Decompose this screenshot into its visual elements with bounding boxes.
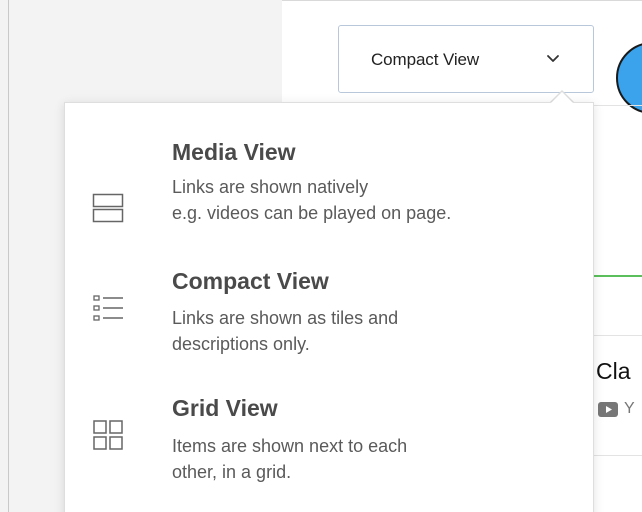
view-mode-menu: Media View Links are shown natively e.g.… — [64, 102, 594, 512]
menu-item-description: descriptions only. — [172, 334, 310, 354]
menu-item-title: Grid View — [172, 395, 278, 421]
media-view-icon — [92, 193, 124, 223]
divider — [594, 455, 642, 456]
progress-line — [594, 275, 642, 277]
menu-item-description: Links are shown as tiles and — [172, 308, 399, 328]
menu-item-title: Media View — [172, 139, 296, 165]
grid-view-icon — [93, 420, 123, 450]
top-divider — [282, 0, 642, 1]
menu-item-description: other, in a grid. — [172, 462, 292, 482]
divider — [594, 335, 642, 336]
menu-item-title: Compact View — [172, 268, 329, 294]
link-title[interactable]: Cla — [596, 358, 631, 385]
link-source: Y — [624, 400, 635, 417]
menu-item-compact-view[interactable]: Compact View Links are shown as tiles an… — [65, 263, 593, 373]
page: Compact View Cla Y Media View Links are … — [0, 0, 642, 512]
view-mode-selected-label: Compact View — [371, 50, 480, 69]
view-mode-dropdown[interactable]: Compact View — [338, 25, 594, 93]
menu-caret-fill — [550, 92, 574, 104]
menu-item-media-view[interactable]: Media View Links are shown natively e.g.… — [65, 133, 593, 253]
divider — [594, 105, 642, 106]
compact-view-icon — [93, 295, 123, 321]
menu-item-grid-view[interactable]: Grid View Items are shown next to each o… — [65, 391, 593, 501]
menu-item-description: e.g. videos can be played on page. — [172, 203, 452, 223]
left-panel-border — [8, 0, 9, 512]
menu-item-description: Links are shown natively — [172, 177, 369, 197]
chevron-down-icon — [547, 55, 559, 62]
menu-item-description: Items are shown next to each — [172, 436, 408, 456]
youtube-icon — [598, 402, 618, 417]
